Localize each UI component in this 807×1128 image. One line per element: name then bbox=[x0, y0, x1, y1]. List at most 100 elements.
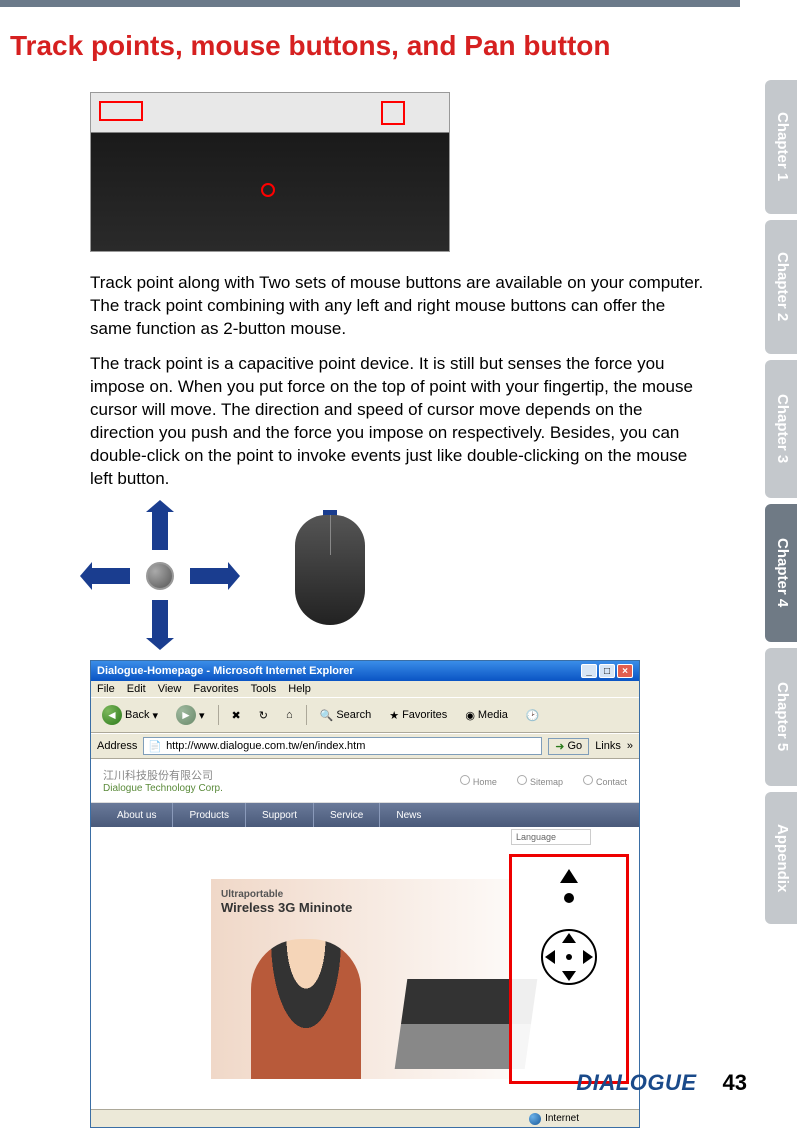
chapter-tabs: Chapter 1 Chapter 2 Chapter 3 Chapter 4 … bbox=[765, 80, 797, 924]
go-arrow-icon: ➜ bbox=[555, 740, 564, 753]
menu-tools[interactable]: Tools bbox=[251, 683, 277, 695]
internet-zone-icon bbox=[529, 1113, 541, 1125]
footer-brand: DIALOGUE bbox=[576, 1070, 696, 1096]
links-label[interactable]: Links bbox=[595, 740, 621, 752]
search-icon: 🔍 bbox=[320, 709, 334, 722]
toolbar: ◄ Back ▾ ► ▾ ✖ ↻ ⌂ 🔍 Search ★ bbox=[91, 697, 639, 733]
go-label: Go bbox=[568, 740, 583, 752]
stop-button[interactable]: ✖ bbox=[227, 706, 246, 725]
back-button[interactable]: ◄ Back ▾ bbox=[97, 702, 163, 728]
nav-news[interactable]: News bbox=[379, 803, 437, 827]
forward-dropdown-icon: ▾ bbox=[199, 709, 205, 722]
tab-chapter-3[interactable]: Chapter 3 bbox=[765, 360, 797, 498]
history-icon: 🕑 bbox=[526, 709, 540, 722]
mouse-icon bbox=[295, 515, 365, 625]
minimize-button[interactable]: _ bbox=[581, 664, 597, 678]
nav-about[interactable]: About us bbox=[101, 803, 172, 827]
maximize-button[interactable]: □ bbox=[599, 664, 615, 678]
media-button[interactable]: ◉ Media bbox=[460, 706, 513, 725]
forward-arrow-icon: ► bbox=[176, 705, 196, 725]
pan-compass-icon bbox=[541, 929, 597, 985]
compass-up-icon bbox=[562, 933, 576, 943]
logo-text-english: Dialogue Technology Corp. bbox=[103, 783, 223, 794]
trackpoint-highlight bbox=[261, 183, 275, 197]
back-dropdown-icon: ▾ bbox=[152, 709, 158, 722]
arrow-right-icon bbox=[190, 568, 230, 584]
refresh-icon: ↻ bbox=[259, 709, 268, 722]
back-label: Back bbox=[125, 709, 149, 721]
forward-button[interactable]: ► ▾ bbox=[171, 702, 210, 728]
status-text: Internet bbox=[545, 1113, 579, 1124]
circle-icon bbox=[517, 775, 527, 785]
history-button[interactable]: 🕑 bbox=[521, 706, 545, 725]
arrow-left-icon bbox=[90, 568, 130, 584]
tab-chapter-1[interactable]: Chapter 1 bbox=[765, 80, 797, 214]
close-button[interactable]: × bbox=[617, 664, 633, 678]
paragraph-1: Track point along with Two sets of mouse… bbox=[90, 272, 710, 341]
address-label: Address bbox=[97, 740, 137, 752]
nav-products[interactable]: Products bbox=[172, 803, 244, 827]
mouse-diagram bbox=[270, 515, 390, 635]
favorites-label: Favorites bbox=[402, 709, 447, 721]
page-title: Track points, mouse buttons, and Pan but… bbox=[10, 30, 730, 62]
menu-view[interactable]: View bbox=[158, 683, 182, 695]
tab-chapter-5[interactable]: Chapter 5 bbox=[765, 648, 797, 786]
pan-origin-dot-icon bbox=[564, 893, 574, 903]
compass-right-icon bbox=[583, 950, 593, 964]
address-input[interactable]: 📄 http://www.dialogue.com.tw/en/index.ht… bbox=[143, 737, 542, 755]
page-number: 43 bbox=[723, 1070, 747, 1096]
home-button[interactable]: ⌂ bbox=[281, 706, 298, 724]
site-header: 江川科技股份有限公司 Dialogue Technology Corp. Hom… bbox=[91, 759, 639, 803]
header-links: Home Sitemap Contact bbox=[460, 775, 627, 787]
language-label: Language bbox=[516, 832, 556, 842]
window-titlebar: Dialogue-Homepage - Microsoft Internet E… bbox=[91, 661, 639, 681]
circle-icon bbox=[460, 775, 470, 785]
search-label: Search bbox=[336, 709, 371, 721]
go-button[interactable]: ➜ Go bbox=[548, 738, 589, 755]
paragraph-2: The track point is a capacitive point de… bbox=[90, 353, 710, 491]
page-content: Track points, mouse buttons, and Pan but… bbox=[10, 30, 730, 1128]
top-rule bbox=[0, 0, 740, 7]
site-logo: 江川科技股份有限公司 Dialogue Technology Corp. bbox=[103, 767, 223, 794]
compass-left-icon bbox=[545, 950, 555, 964]
pan-overlay bbox=[509, 854, 629, 1084]
address-bar: Address 📄 http://www.dialogue.com.tw/en/… bbox=[91, 733, 639, 759]
stop-icon: ✖ bbox=[232, 709, 241, 722]
page-icon: 📄 bbox=[148, 740, 162, 753]
page-footer: DIALOGUE 43 bbox=[576, 1070, 747, 1096]
home-link[interactable]: Home bbox=[460, 775, 497, 787]
nav-support[interactable]: Support bbox=[245, 803, 313, 827]
menu-file[interactable]: File bbox=[97, 683, 115, 695]
circle-icon bbox=[583, 775, 593, 785]
pan-up-triangle-icon bbox=[560, 869, 578, 883]
webpage-viewport: 江川科技股份有限公司 Dialogue Technology Corp. Hom… bbox=[91, 759, 639, 1109]
links-expand-icon[interactable]: » bbox=[627, 740, 633, 752]
refresh-button[interactable]: ↻ bbox=[254, 706, 273, 725]
favorites-button[interactable]: ★ Favorites bbox=[384, 706, 452, 725]
tab-chapter-2[interactable]: Chapter 2 bbox=[765, 220, 797, 354]
contact-link[interactable]: Contact bbox=[583, 775, 627, 787]
tab-chapter-4[interactable]: Chapter 4 bbox=[765, 504, 797, 642]
language-selector[interactable]: Language bbox=[511, 829, 591, 845]
window-title: Dialogue-Homepage - Microsoft Internet E… bbox=[97, 665, 354, 677]
compass-down-icon bbox=[562, 971, 576, 981]
search-button[interactable]: 🔍 Search bbox=[315, 706, 377, 725]
menu-edit[interactable]: Edit bbox=[127, 683, 146, 695]
arrow-up-icon bbox=[152, 510, 168, 550]
hero-line-1: Ultraportable bbox=[221, 889, 352, 900]
hero-line-2: Wireless 3G Mininote bbox=[221, 900, 352, 915]
menu-help[interactable]: Help bbox=[288, 683, 311, 695]
body-column: Track point along with Two sets of mouse… bbox=[90, 92, 710, 1128]
menu-favorites[interactable]: Favorites bbox=[193, 683, 238, 695]
logo-text-chinese: 江川科技股份有限公司 bbox=[103, 767, 223, 783]
sitemap-link[interactable]: Sitemap bbox=[517, 775, 563, 787]
back-arrow-icon: ◄ bbox=[102, 705, 122, 725]
trackpoint-center-icon bbox=[146, 562, 174, 590]
trackpoint-directions-diagram bbox=[90, 510, 230, 640]
arrow-down-icon bbox=[152, 600, 168, 640]
nav-service[interactable]: Service bbox=[313, 803, 379, 827]
media-label: Media bbox=[478, 709, 508, 721]
tab-appendix[interactable]: Appendix bbox=[765, 792, 797, 924]
window-controls: _ □ × bbox=[581, 664, 633, 678]
status-bar: Internet bbox=[91, 1109, 639, 1127]
